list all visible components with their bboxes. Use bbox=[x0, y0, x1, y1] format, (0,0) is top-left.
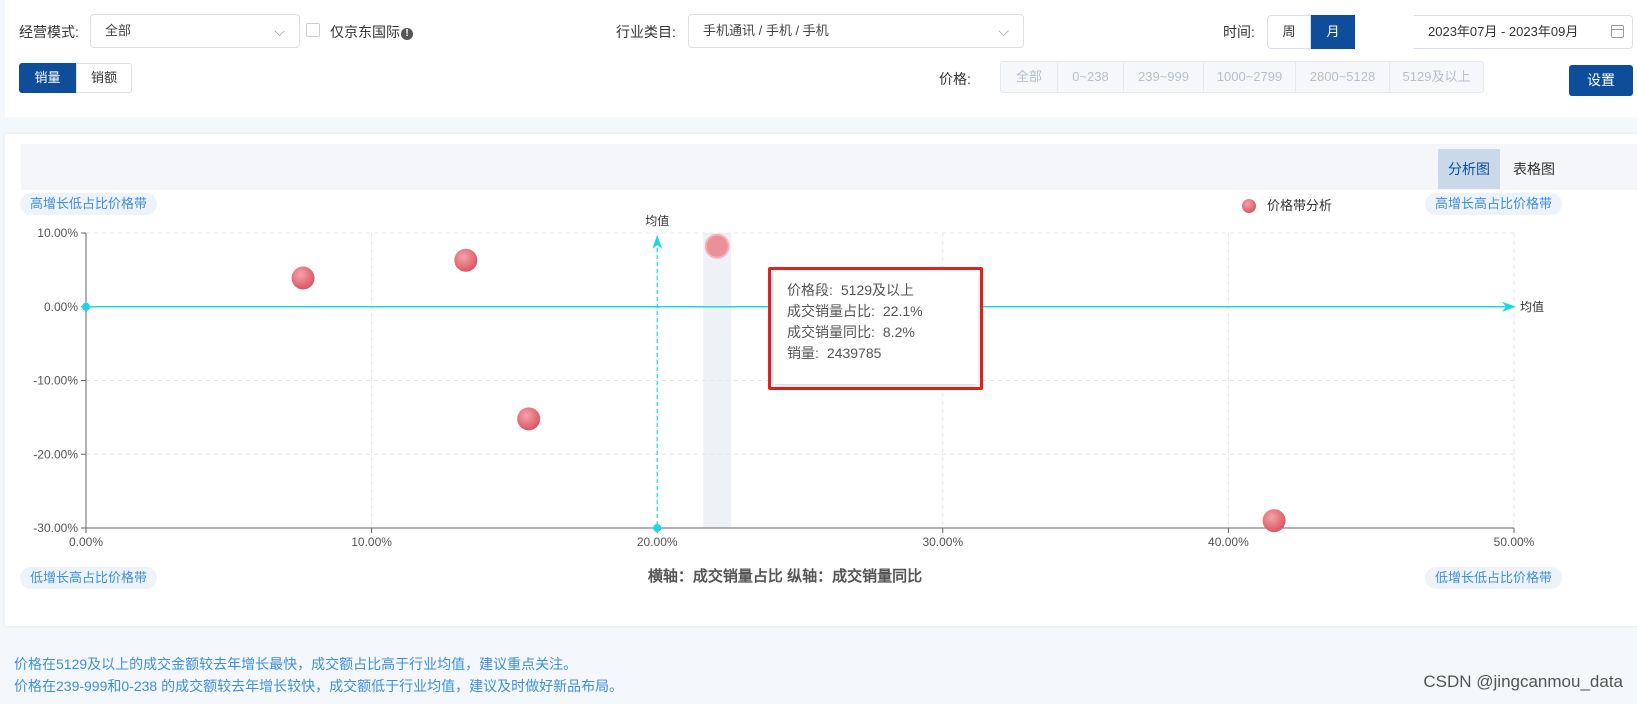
legend-label: 价格带分析 bbox=[1267, 198, 1332, 213]
mean-arrow-up-icon bbox=[652, 235, 663, 249]
tooltip-row-yoy: 成交销量同比: 8.2% bbox=[787, 324, 915, 340]
scatter-point[interactable] bbox=[1262, 509, 1286, 533]
insight-note: 价格在5129及以上的成交金额较去年增长最快，成交额占比高于行业均值，建议重点关… bbox=[14, 656, 578, 672]
y-tick-label: 10.00% bbox=[37, 226, 78, 240]
tooltip-row-share: 成交销量占比: 22.1% bbox=[787, 303, 923, 319]
tooltip-highlight-box: 价格段: 5129及以上 成交销量占比: 22.1% 成交销量同比: 8.2% 销量:… bbox=[768, 267, 983, 390]
mean-label-vertical: 均值 bbox=[645, 213, 669, 228]
x-tick-label: 0.00% bbox=[69, 535, 103, 549]
scatter-point[interactable] bbox=[517, 407, 541, 431]
legend-marker bbox=[1242, 199, 1256, 213]
scatter-point[interactable] bbox=[704, 233, 730, 259]
scatter-point[interactable] bbox=[454, 248, 478, 272]
mean-line-end-dot bbox=[653, 524, 662, 532]
y-tick-label: 0.00% bbox=[44, 300, 78, 314]
tooltip-row-volume: 销量: 2439785 bbox=[787, 345, 882, 361]
y-tick-label: -20.00% bbox=[33, 447, 78, 461]
insight-notes: 价格在5129及以上的成交金额较去年增长最快，成交额占比高于行业均值，建议重点关… bbox=[14, 653, 623, 697]
y-tick-label: -10.00% bbox=[33, 374, 78, 388]
scatter-point[interactable] bbox=[291, 266, 315, 290]
mean-line-start-dot bbox=[82, 302, 90, 311]
tooltip-row-price-band: 价格段: 5129及以上 bbox=[787, 282, 915, 298]
mean-label-horizontal: 均值 bbox=[1520, 299, 1544, 314]
x-tick-label: 20.00% bbox=[637, 535, 678, 549]
insight-note: 价格在239-999和0-238 的成交额较去年增长较快，成交额低于行业均值，建… bbox=[14, 678, 624, 694]
x-tick-label: 30.00% bbox=[922, 535, 963, 549]
watermark: CSDN @jingcanmou_data bbox=[1423, 672, 1623, 691]
x-tick-label: 10.00% bbox=[351, 535, 392, 549]
x-tick-label: 40.00% bbox=[1208, 535, 1249, 549]
axis-caption: 横轴：成交销量占比 纵轴：成交销量同比 bbox=[648, 567, 922, 585]
tooltip: 价格段: 5129及以上 成交销量占比: 22.1% 成交销量同比: 8.2% 销量:… bbox=[773, 272, 978, 384]
x-tick-label: 50.00% bbox=[1494, 535, 1535, 549]
y-tick-label: -30.00% bbox=[33, 521, 78, 535]
